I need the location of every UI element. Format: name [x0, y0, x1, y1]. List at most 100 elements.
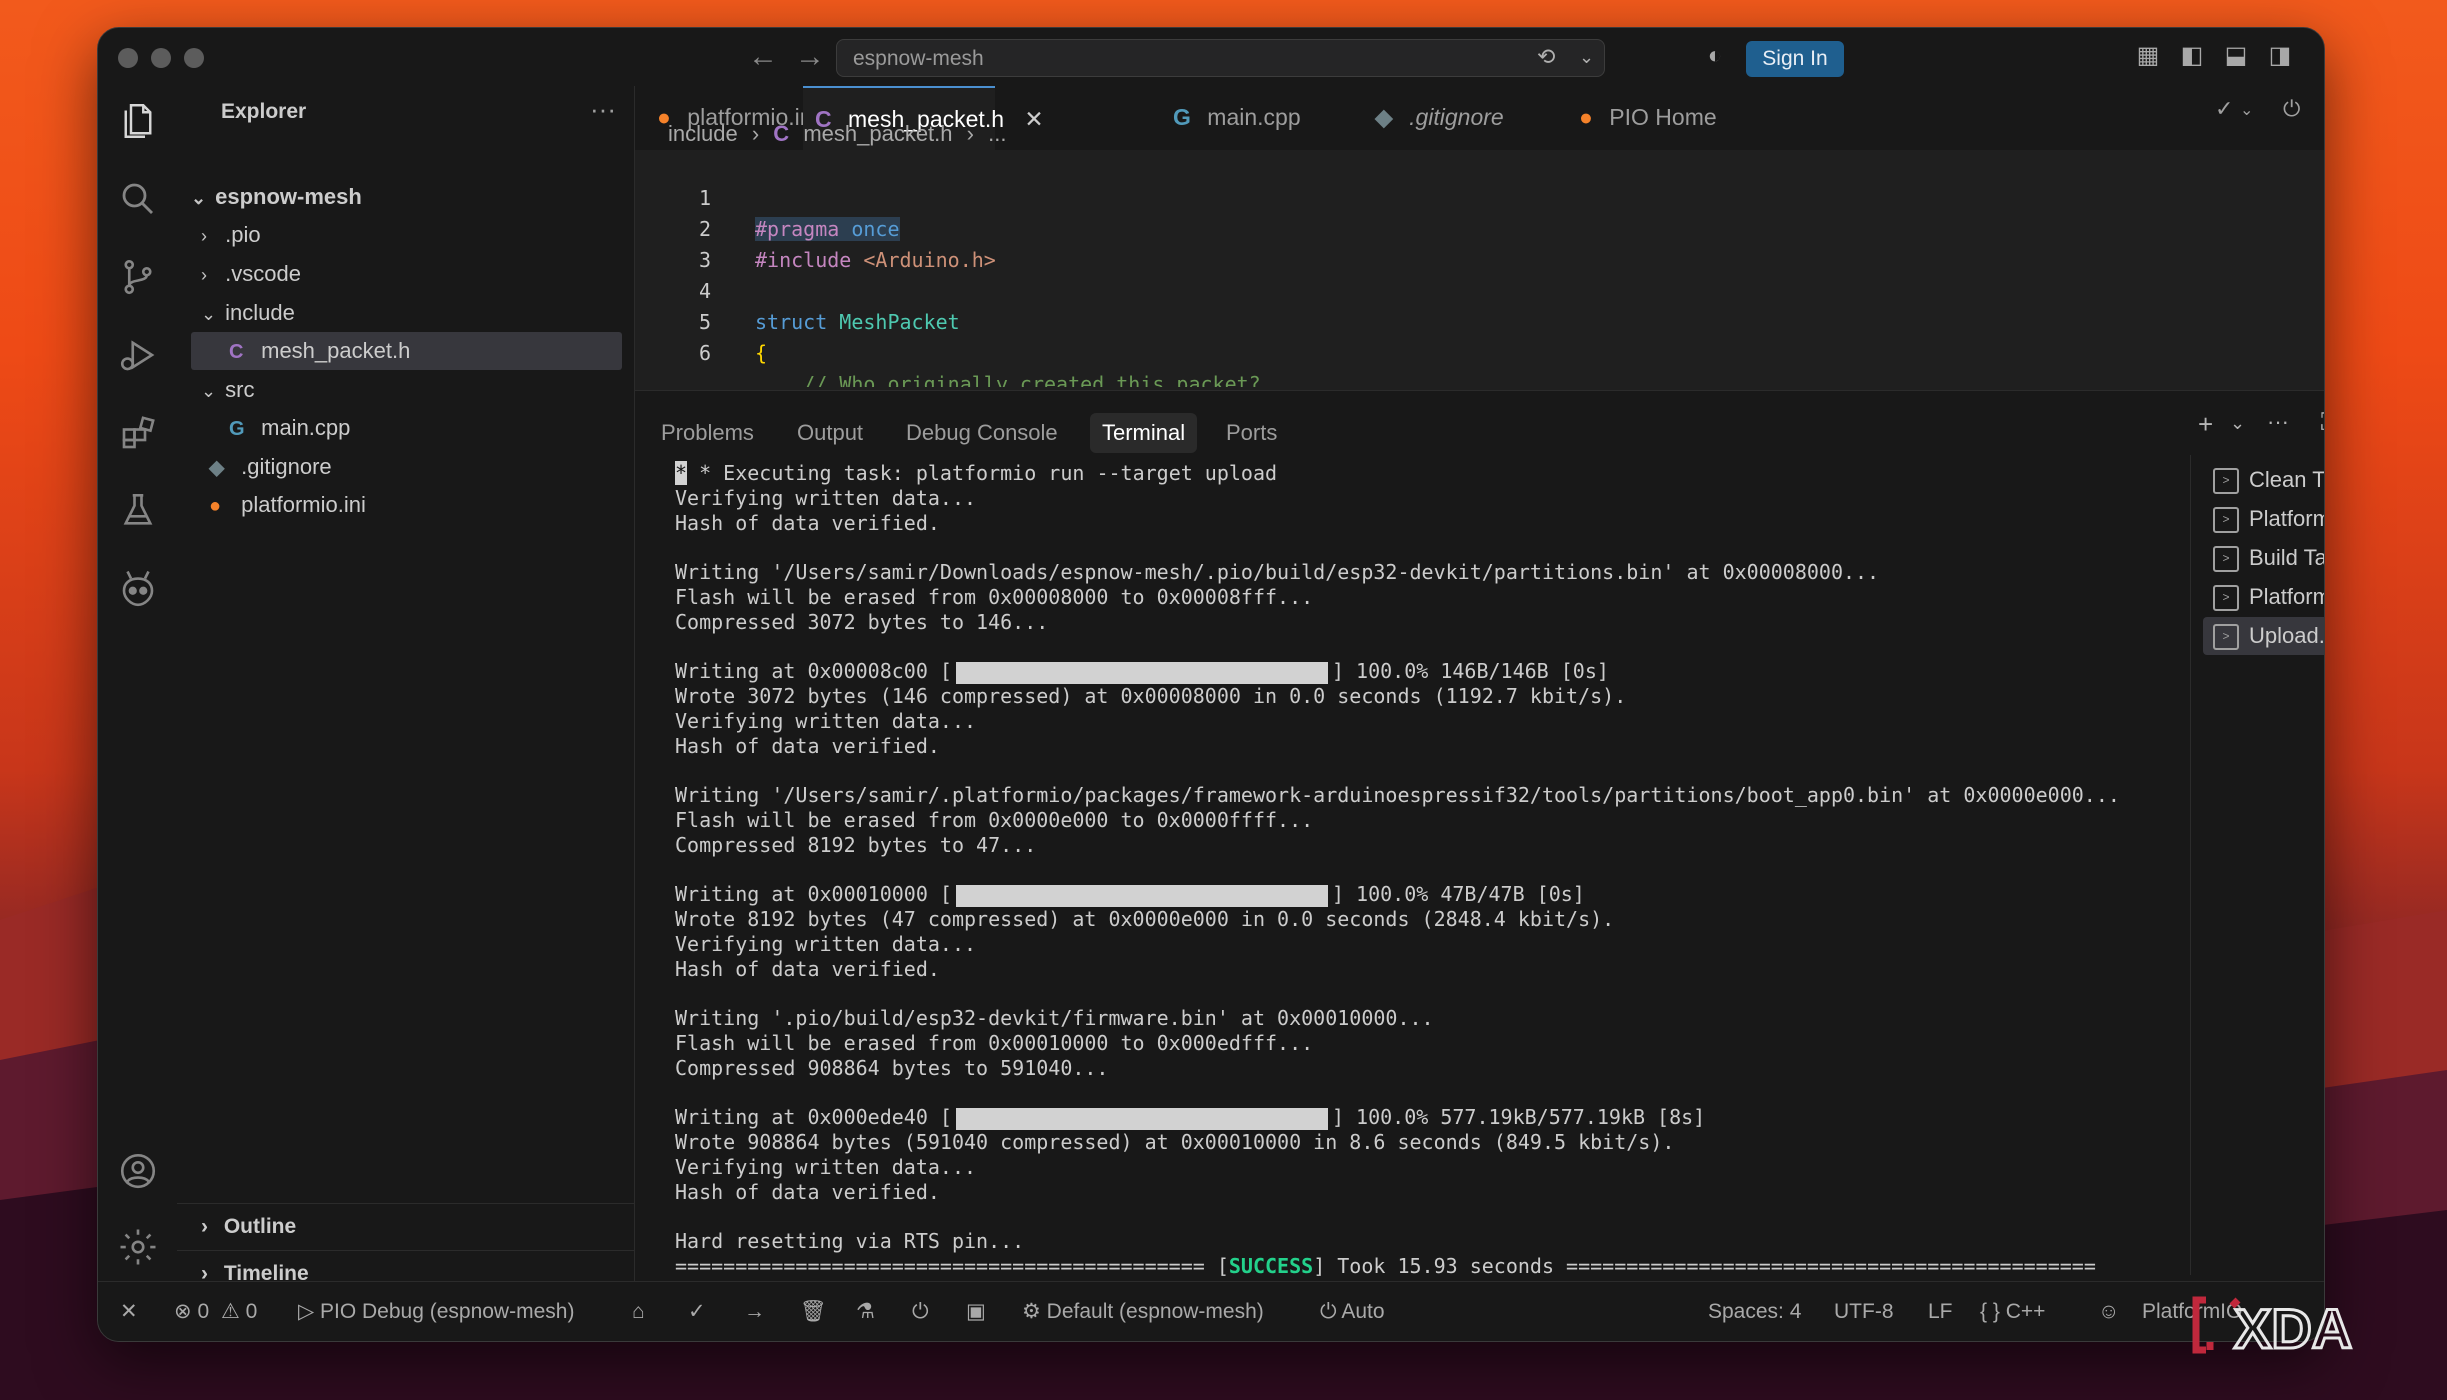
zoom-window-button[interactable] [184, 48, 204, 68]
terminal-line: Wrote 3072 bytes (146 compressed) at 0x0… [675, 684, 1627, 708]
breadcrumb-rest[interactable]: ... [988, 121, 1006, 146]
indentation-status[interactable]: Spaces: 4 [1708, 1282, 1801, 1341]
chevron-down-icon[interactable]: ⌄ [2230, 413, 2245, 434]
platformio-alien-icon[interactable] [117, 568, 159, 610]
maximize-panel-icon[interactable]: ⛶ [2321, 409, 2324, 437]
tree-item-label: include [225, 300, 295, 325]
checkmark-icon[interactable]: ✓ [2215, 96, 2233, 122]
command-center-search[interactable]: espnow-mesh ⟲ ⌄ [836, 39, 1605, 77]
chat-icon[interactable]: ⟲ [1537, 44, 1555, 70]
back-arrow-icon[interactable]: ← [748, 40, 778, 74]
chevron-down-icon: ⌄ [191, 188, 207, 208]
toggle-secondary-sidebar-icon[interactable]: ◨ [2266, 42, 2294, 70]
accounts-shield-icon[interactable]: ◐ [1701, 42, 1729, 70]
toggle-sidebar-icon[interactable]: ◧ [2178, 42, 2206, 70]
command-center-text: espnow-mesh [853, 47, 984, 70]
tree-item-platformio-ini[interactable]: ● platformio.ini [191, 486, 622, 524]
chevron-down-icon[interactable]: ⌄ [2240, 100, 2253, 120]
chevron-right-icon: › [201, 1215, 208, 1238]
explorer-icon[interactable] [117, 100, 159, 142]
plug-icon[interactable]: ⏻ [2283, 96, 2300, 122]
chevron-down-icon[interactable]: ⌄ [1579, 47, 1594, 68]
task-item[interactable]: >Upload...✓ [2203, 617, 2325, 655]
platformio-file-icon: ● [209, 495, 222, 517]
tab-debug-console[interactable]: Debug Console [906, 413, 1058, 453]
forward-arrow-icon[interactable]: → [795, 40, 825, 74]
task-item[interactable]: > PlatformIO... [2203, 500, 2324, 538]
more-actions-icon[interactable]: ··· [590, 94, 616, 125]
remote-icon[interactable]: ✕ [120, 1282, 138, 1341]
problems-indicator[interactable]: ⊗ 0 ⚠ 0 [174, 1282, 257, 1341]
search-icon[interactable] [117, 178, 159, 220]
accounts-icon[interactable] [117, 1150, 159, 1192]
tree-item-vscode[interactable]: › .vscode [191, 255, 622, 293]
tab-pio-home[interactable]: ● PIO Home [1579, 86, 1717, 148]
root-folder[interactable]: ⌄ espnow-mesh [191, 178, 622, 216]
pio-debug-label: PIO Debug (espnow-mesh) [320, 1300, 575, 1323]
tab-problems[interactable]: Problems [661, 413, 754, 453]
close-window-button[interactable] [118, 48, 138, 68]
customize-layout-icon[interactable]: ▦ [2134, 42, 2162, 70]
terminal-line: Flash will be erased from 0x00010000 to … [675, 1031, 1314, 1055]
chevron-right-icon: › [751, 121, 760, 146]
pio-port-label: Auto [1341, 1300, 1385, 1323]
xda-watermark-logo: XDA [2192, 1296, 2354, 1358]
settings-gear-icon[interactable] [117, 1226, 159, 1268]
more-actions-icon[interactable]: ··· [2267, 409, 2289, 435]
terminal-output[interactable]: * * Executing task: platformio run --tar… [675, 461, 2135, 1281]
tree-item-include[interactable]: ⌄ include [191, 294, 622, 332]
encoding-status[interactable]: UTF-8 [1834, 1282, 1894, 1341]
tree-item-gitignore[interactable]: ◆ .gitignore [191, 448, 622, 486]
terminal-line: Hash of data verified. [675, 511, 940, 535]
extensions-icon[interactable] [117, 412, 159, 454]
pio-env-selector[interactable]: ⚙ Default (espnow-mesh) [1022, 1282, 1264, 1341]
task-item[interactable]: >Build Ta...✓ [2203, 539, 2324, 577]
tab-output[interactable]: Output [797, 413, 863, 453]
tab-main-cpp[interactable]: G main.cpp [1173, 86, 1301, 148]
activity-bar [98, 86, 178, 1281]
terminal-line: Compressed 3072 bytes to 146... [675, 610, 1049, 634]
terminal-line: Verifying written data... [675, 932, 977, 956]
pio-upload-arrow-icon[interactable]: → [744, 1282, 765, 1341]
tab-terminal[interactable]: Terminal [1090, 413, 1198, 453]
chevron-right-icon: › [201, 226, 207, 246]
task-item[interactable]: > PlatformIO... [2203, 578, 2324, 616]
chevron-right-icon: › [966, 121, 974, 146]
tab-ports[interactable]: Ports [1226, 413, 1277, 453]
task-label: PlatformIO... [2249, 584, 2324, 609]
pio-serial-plug-icon[interactable]: ⏻ [912, 1282, 929, 1341]
pio-port-selector[interactable]: ⏻ Auto [1320, 1282, 1385, 1341]
copilot-icon[interactable]: ☺ [2098, 1282, 2119, 1341]
source-control-icon[interactable] [117, 256, 159, 298]
code-token: #pragma [755, 217, 840, 241]
pio-debug-status[interactable]: ▷ PIO Debug (espnow-mesh) [298, 1282, 575, 1341]
tab-gitignore[interactable]: ◆ .gitignore [1375, 86, 1504, 148]
task-item[interactable]: >Clean T...✓ [2203, 461, 2324, 499]
run-and-debug-icon[interactable] [117, 334, 159, 376]
breadcrumb-file[interactable]: mesh_packet.h [803, 121, 952, 146]
pio-clean-trash-icon[interactable]: 🗑 [800, 1282, 827, 1341]
pio-home-icon[interactable]: ⌂ [632, 1282, 645, 1341]
pio-terminal-icon[interactable]: ▣ [966, 1282, 986, 1341]
breadcrumb-folder[interactable]: include [668, 121, 738, 146]
tree-item-src[interactable]: ⌄ src [191, 371, 622, 409]
new-terminal-plus-icon[interactable]: + [2198, 409, 2213, 440]
pio-build-check-icon[interactable]: ✓ [688, 1282, 706, 1341]
tree-item-pio[interactable]: › .pio [191, 216, 622, 254]
chevron-down-icon: ⌄ [201, 304, 217, 324]
tree-item-main-cpp[interactable]: G main.cpp [191, 409, 622, 447]
testing-flask-icon[interactable] [117, 490, 159, 532]
tab-label: main.cpp [1207, 104, 1301, 130]
outline-section[interactable]: › Outline [177, 1203, 634, 1250]
minimize-window-button[interactable] [151, 48, 171, 68]
language-mode-status[interactable]: { } C++ [1980, 1282, 2045, 1341]
eol-status[interactable]: LF [1928, 1282, 1953, 1341]
tree-item-mesh-packet[interactable]: C mesh_packet.h [191, 332, 622, 370]
pio-test-flask-icon[interactable]: ⚗ [856, 1282, 875, 1341]
task-label: Upload... [2249, 623, 2325, 648]
code-editor[interactable]: 1 #pragma once 2 #include <Arduino.h> 3 … [635, 150, 2324, 387]
terminal-line: Writing at 0x00008c00 [] 100.0% 146B/146… [675, 659, 1609, 684]
toggle-panel-icon[interactable]: ⬓ [2222, 42, 2250, 70]
sign-in-button[interactable]: Sign In [1746, 41, 1844, 77]
close-tab-icon[interactable]: ✕ [1024, 106, 1043, 132]
